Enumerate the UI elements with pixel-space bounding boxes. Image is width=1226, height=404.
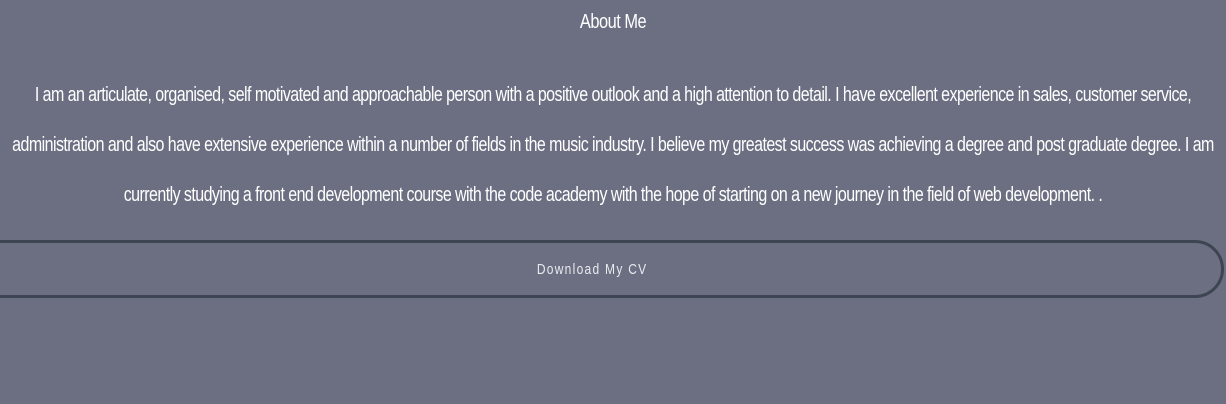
download-cv-button[interactable]: Download My CV <box>0 240 1224 298</box>
about-text-line-3: currently studying a front end developme… <box>123 184 1103 206</box>
section-title: About Me <box>579 11 647 33</box>
about-section: About Me I am an articulate, organised, … <box>0 0 1226 404</box>
download-cv-label: Download My CV <box>536 260 648 278</box>
about-text-line-1: I am an articulate, organised, self moti… <box>34 84 1192 106</box>
about-text-line-2: administration and also have extensive e… <box>12 134 1214 156</box>
